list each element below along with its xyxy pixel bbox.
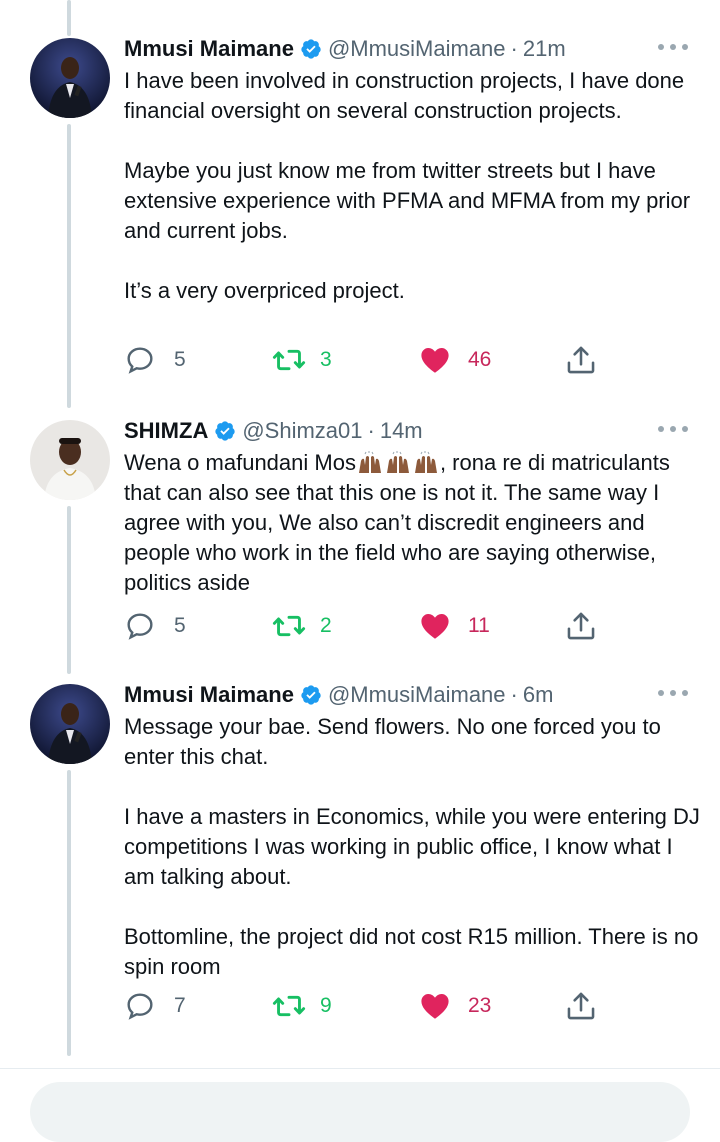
share-button[interactable] [564, 608, 598, 644]
reply-icon [124, 990, 156, 1022]
more-options-icon[interactable] [658, 40, 688, 54]
verified-badge-icon [214, 420, 236, 442]
tweet[interactable]: Mmusi Maimane @MmusiMaimane · 6m Message… [0, 680, 720, 1040]
heart-icon [418, 990, 452, 1022]
tweet[interactable]: Mmusi Maimane @MmusiMaimane · 21m I have… [0, 34, 720, 384]
author-name[interactable]: Mmusi Maimane [124, 682, 294, 708]
tweet-actions: 5 2 11 [124, 608, 604, 644]
share-icon [564, 609, 598, 643]
retweet-button[interactable]: 3 [272, 342, 332, 378]
reply-button[interactable]: 7 [124, 988, 186, 1024]
like-button[interactable]: 23 [418, 988, 491, 1024]
more-options-icon[interactable] [658, 686, 688, 700]
retweet-count: 3 [320, 348, 332, 371]
divider [0, 1068, 720, 1069]
tweet-text: Message your bae. Send flowers. No one f… [124, 712, 704, 982]
retweet-icon [272, 610, 306, 642]
tweet-header: Mmusi Maimane @MmusiMaimane · 21m [124, 34, 566, 64]
tweet-paragraph: Maybe you just know me from twitter stre… [124, 158, 691, 243]
avatar[interactable] [30, 420, 110, 500]
share-button[interactable] [564, 988, 598, 1024]
separator-dot: · [510, 36, 518, 61]
tweet-header: SHIMZA @Shimza01 · 14m [124, 416, 423, 446]
raising-hands-emoji [356, 451, 384, 473]
tweet-paragraph: Bottomline, the project did not cost R15… [124, 924, 699, 979]
like-count: 46 [468, 348, 492, 371]
heart-icon [418, 344, 452, 376]
reply-count: 5 [174, 614, 186, 637]
tweet-paragraph: Message your bae. Send flowers. No one f… [124, 714, 661, 769]
more-options-icon[interactable] [658, 422, 688, 436]
avatar[interactable] [30, 684, 110, 764]
raising-hands-emoji [384, 451, 412, 473]
reply-count: 5 [174, 348, 186, 371]
retweet-count: 9 [320, 994, 332, 1017]
reply-button[interactable]: 5 [124, 608, 186, 644]
like-button[interactable]: 11 [418, 608, 490, 644]
tweet-paragraph: It’s a very overpriced project. [124, 278, 405, 303]
separator-dot: · [510, 682, 518, 707]
tweet-text: I have been involved in construction pro… [124, 66, 704, 306]
avatar[interactable] [30, 38, 110, 118]
retweet-icon [272, 990, 306, 1022]
author-handle[interactable]: @MmusiMaimane [328, 36, 506, 62]
retweet-button[interactable]: 2 [272, 608, 332, 644]
reply-count: 7 [174, 994, 186, 1017]
like-count: 23 [468, 994, 492, 1017]
raising-hands-emoji [412, 451, 440, 473]
tweet-header: Mmusi Maimane @MmusiMaimane · 6m [124, 680, 553, 710]
tweet[interactable]: SHIMZA @Shimza01 · 14m Wena o mafundani … [0, 416, 720, 666]
reply-compose-field[interactable] [30, 1082, 690, 1142]
thread-line [67, 0, 71, 36]
verified-badge-icon [300, 684, 322, 706]
tweet-text-part: Wena o mafundani Mos [124, 450, 356, 475]
separator-dot: · [367, 418, 375, 443]
timestamp[interactable]: 14m [380, 418, 423, 444]
like-button[interactable]: 46 [418, 342, 491, 378]
retweet-icon [272, 344, 306, 376]
like-count: 11 [468, 614, 490, 637]
retweet-button[interactable]: 9 [272, 988, 332, 1024]
tweet-text: Wena o mafundani Mos, rona re di matricu… [124, 448, 704, 598]
verified-badge-icon [300, 38, 322, 60]
reply-button[interactable]: 5 [124, 342, 186, 378]
share-icon [564, 989, 598, 1023]
share-button[interactable] [564, 342, 598, 378]
tweet-paragraph: I have a masters in Economics, while you… [124, 804, 700, 889]
tweet-actions: 7 9 23 [124, 988, 604, 1024]
tweet-actions: 5 3 46 [124, 342, 604, 378]
timestamp[interactable]: 21m [523, 36, 566, 62]
author-handle[interactable]: @Shimza01 [242, 418, 362, 444]
retweet-count: 2 [320, 614, 332, 637]
reply-icon [124, 610, 156, 642]
share-icon [564, 343, 598, 377]
author-name[interactable]: SHIMZA [124, 418, 208, 444]
reply-icon [124, 344, 156, 376]
heart-icon [418, 610, 452, 642]
timestamp[interactable]: 6m [523, 682, 554, 708]
tweet-paragraph: I have been involved in construction pro… [124, 68, 685, 123]
author-handle[interactable]: @MmusiMaimane [328, 682, 506, 708]
author-name[interactable]: Mmusi Maimane [124, 36, 294, 62]
